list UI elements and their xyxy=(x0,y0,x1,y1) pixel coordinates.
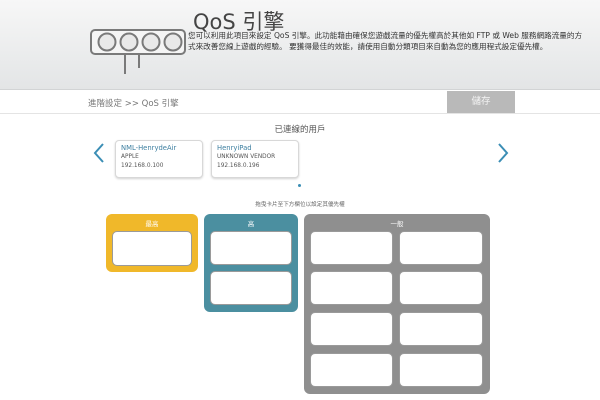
connected-clients-title: 已連線的用戶 xyxy=(274,125,326,135)
drop-slot[interactable] xyxy=(399,312,483,346)
save-button[interactable]: 儲存 xyxy=(447,91,515,113)
priority-label-highest: 最高 xyxy=(145,220,159,228)
drop-slot[interactable] xyxy=(210,231,292,265)
drop-slot[interactable] xyxy=(310,231,393,265)
device-name: HenryiPad xyxy=(217,144,252,152)
drop-slot[interactable] xyxy=(399,353,483,387)
device-vendor: UNKNOWN VENDOR xyxy=(217,154,276,160)
drop-slot[interactable] xyxy=(310,271,393,305)
device-name: NML-HenrydeAir xyxy=(121,144,177,152)
page-description: 您可以利用此項目來設定 QoS 引擎。此功能藉由確保您遊戲流量的優先權高於其他如… xyxy=(188,31,583,51)
traffic-light-icon xyxy=(85,24,190,80)
pager-dot[interactable] xyxy=(298,184,301,187)
priority-box-high: 高 xyxy=(204,214,298,312)
drag-hint: 拖曳卡片至下方欄位以設定其優先權 xyxy=(255,202,345,208)
page-header: QoS 引擎 您可以利用此項目來設定 QoS 引擎。此功能藉由確保您遊戲流量的優… xyxy=(0,0,600,90)
priority-box-normal: 一般 xyxy=(304,214,490,394)
priority-label-high: 高 xyxy=(247,220,255,228)
drop-slot[interactable] xyxy=(399,271,483,305)
drop-slot[interactable] xyxy=(112,231,192,266)
device-card[interactable]: HenryiPad UNKNOWN VENDOR 192.168.0.196 xyxy=(211,140,299,178)
priority-label-normal: 一般 xyxy=(390,220,404,228)
device-card[interactable]: NML-HenrydeAir APPLE 192.168.0.100 xyxy=(115,140,203,178)
chevron-right-icon[interactable] xyxy=(496,142,510,164)
device-ip: 192.168.0.196 xyxy=(217,162,260,169)
chevron-left-icon[interactable] xyxy=(92,142,106,164)
drop-slot[interactable] xyxy=(399,231,483,265)
priority-box-highest: 最高 xyxy=(106,214,198,272)
drop-slot[interactable] xyxy=(210,271,292,305)
drop-slot[interactable] xyxy=(310,312,393,346)
drop-slot[interactable] xyxy=(310,353,393,387)
breadcrumb: 進階設定 >> QoS 引擎 xyxy=(88,99,179,109)
device-ip: 192.168.0.100 xyxy=(121,162,164,169)
device-vendor: APPLE xyxy=(121,154,139,160)
